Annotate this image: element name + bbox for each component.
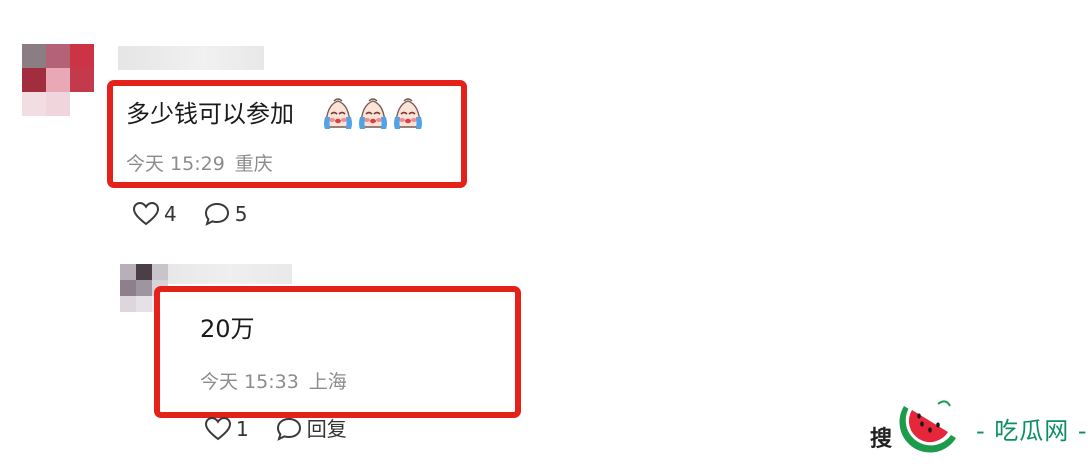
comment-time: 今天 15:33 — [200, 371, 299, 393]
comment-location: 上海 — [308, 371, 347, 393]
watermark-partial-text: 搜 — [870, 427, 893, 452]
comment-meta: 今天 15:29 重庆 — [126, 152, 273, 176]
username-blurred[interactable] — [118, 46, 264, 70]
reply-button[interactable]: 回复 — [275, 416, 347, 442]
comment-meta: 今天 15:33 上海 — [200, 370, 347, 394]
like-button[interactable]: 4 — [132, 201, 177, 227]
comment-time: 今天 15:29 — [126, 153, 225, 175]
comment-actions: 1 回复 — [204, 416, 347, 442]
speech-bubble-icon — [276, 417, 301, 441]
username-blurred[interactable] — [168, 264, 292, 284]
reply-button[interactable]: 5 — [203, 201, 248, 227]
like-count: 4 — [164, 202, 177, 226]
like-button[interactable]: 1 — [204, 416, 249, 442]
heart-outline-icon — [204, 416, 232, 441]
crying-face-emoji — [394, 98, 422, 129]
reply-count: 5 — [234, 202, 248, 226]
like-count: 1 — [236, 417, 249, 441]
avatar[interactable] — [22, 44, 118, 116]
crying-face-emoji — [324, 98, 352, 129]
highlight-box — [154, 286, 521, 418]
speech-bubble-icon — [204, 202, 229, 226]
heart-outline-icon — [132, 201, 160, 226]
comment-actions: 4 5 — [132, 201, 247, 227]
comment-text: 多少钱可以参加 — [126, 100, 294, 128]
emoji-row — [322, 97, 424, 131]
watermark-brand: - 吃瓜网 - — [976, 417, 1088, 445]
comment-thread: 多少钱可以参加 今天 15:29 重庆 4 5 20万 今天 15:33 上海 … — [0, 0, 1088, 464]
comment-location: 重庆 — [234, 153, 273, 175]
watermelon-logo-icon — [899, 400, 956, 453]
reply-label: 回复 — [306, 417, 347, 441]
comment-text: 20万 — [200, 315, 255, 343]
crying-face-emoji — [359, 98, 387, 129]
